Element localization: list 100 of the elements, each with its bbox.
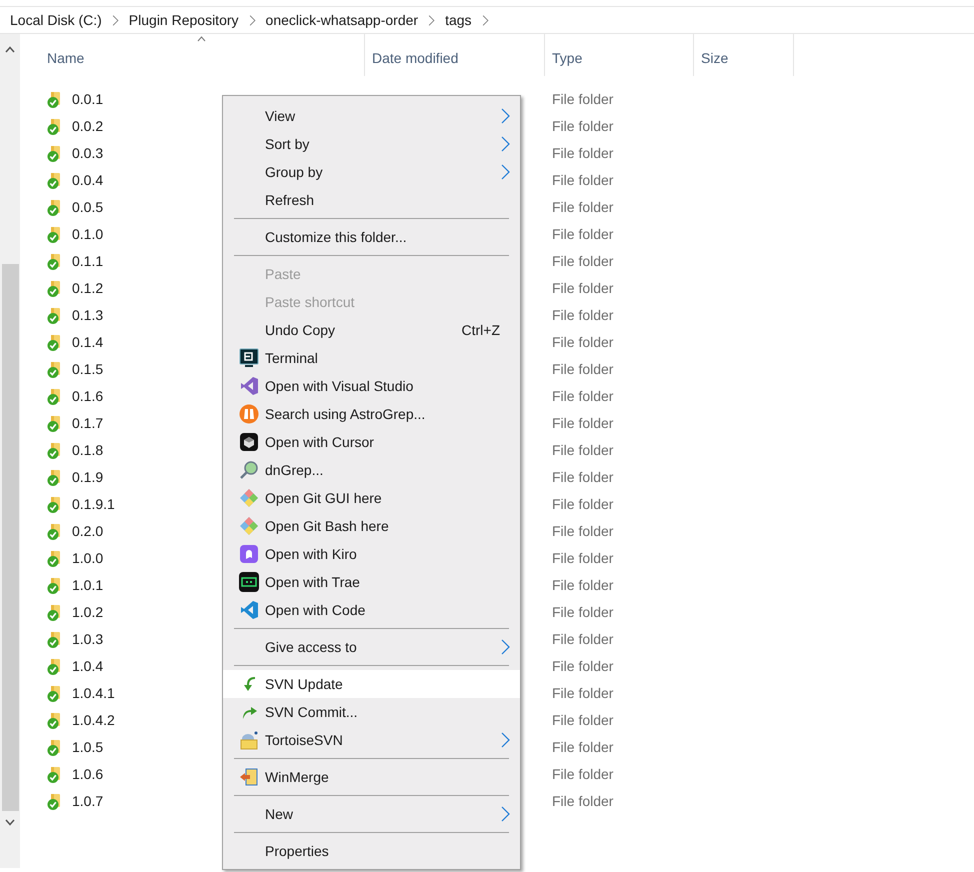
menu-item[interactable]: Refresh <box>223 186 520 214</box>
sort-up-icon <box>197 36 206 42</box>
menu-item[interactable]: dnGrep... <box>223 456 520 484</box>
magnifier-icon <box>239 460 259 480</box>
file-type: File folder <box>551 765 614 784</box>
file-type: File folder <box>551 441 614 460</box>
folder-name[interactable]: 1.0.5 <box>72 737 104 758</box>
file-type: File folder <box>551 522 614 541</box>
file-type: File folder <box>551 144 614 163</box>
folder-name[interactable]: 0.0.4 <box>72 170 104 191</box>
menu-item[interactable]: Open with Trae <box>223 568 520 596</box>
folder-name[interactable]: 0.1.9.1 <box>72 494 115 515</box>
file-type: File folder <box>551 576 614 595</box>
menu-item[interactable]: SVN Commit... <box>223 698 520 726</box>
menu-item[interactable]: TortoiseSVN <box>223 726 520 754</box>
scroll-down-icon[interactable] <box>5 819 15 826</box>
folder-name[interactable]: 0.2.0 <box>72 521 104 542</box>
folder-name[interactable]: 1.0.2 <box>72 602 104 623</box>
column-header[interactable]: Size <box>694 34 794 76</box>
menu-item[interactable]: Customize this folder... <box>223 223 520 251</box>
merge-icon <box>239 767 259 787</box>
breadcrumb-item[interactable]: oneclick-whatsapp-order <box>266 10 418 30</box>
cube-icon <box>240 433 258 451</box>
terminal-icon <box>239 348 259 368</box>
folder-name[interactable]: 1.0.1 <box>72 575 104 596</box>
file-type: File folder <box>551 711 614 730</box>
file-type: File folder <box>551 414 614 433</box>
file-type: File folder <box>551 468 614 487</box>
folder-name[interactable]: 0.1.6 <box>72 386 104 407</box>
folder-name[interactable]: 0.1.4 <box>72 332 104 353</box>
git-diamond-icon <box>239 488 259 508</box>
menu-item[interactable]: Group by <box>223 158 520 186</box>
folder-name[interactable]: 1.0.0 <box>72 548 104 569</box>
scroll-thumb[interactable] <box>2 264 18 811</box>
menu-item[interactable]: SVN Update <box>223 670 520 698</box>
folder-name[interactable]: 0.1.5 <box>72 359 104 380</box>
folder-name[interactable]: 1.0.3 <box>72 629 104 650</box>
ghost-icon <box>240 545 258 563</box>
menu-item[interactable]: Open with Kiro <box>223 540 520 568</box>
menu-item[interactable]: Open Git Bash here <box>223 512 520 540</box>
folder-name[interactable]: 0.1.7 <box>72 413 104 434</box>
folder-name[interactable]: 0.1.3 <box>72 305 104 326</box>
menu-item[interactable]: Search using AstroGrep... <box>223 400 520 428</box>
menu-item[interactable]: Open Git GUI here <box>223 484 520 512</box>
breadcrumb-item[interactable]: Local Disk (C:) <box>10 10 102 30</box>
git-diamond-icon <box>239 516 259 536</box>
file-type: File folder <box>551 549 614 568</box>
folder-name[interactable]: 0.1.2 <box>72 278 104 299</box>
column-header[interactable]: Date modified <box>365 34 545 76</box>
folder-name[interactable]: 0.0.3 <box>72 143 104 164</box>
scroll-up-icon[interactable] <box>5 46 15 53</box>
menu-item[interactable]: Sort by <box>223 130 520 158</box>
column-header[interactable]: Name <box>20 34 365 76</box>
file-type: File folder <box>551 333 614 352</box>
menu-item[interactable]: Open with Visual Studio <box>223 372 520 400</box>
folder-name[interactable]: 0.1.1 <box>72 251 104 272</box>
file-type: File folder <box>551 171 614 190</box>
breadcrumb-chevron-icon <box>248 14 256 26</box>
screen-icon <box>239 572 259 592</box>
file-type: File folder <box>551 117 614 136</box>
folder-name[interactable]: 1.0.4.1 <box>72 683 115 704</box>
file-type: File folder <box>551 657 614 676</box>
folder-name[interactable]: 1.0.4 <box>72 656 104 677</box>
folder-name[interactable]: 0.0.2 <box>72 116 104 137</box>
folder-name[interactable]: 1.0.7 <box>72 791 104 812</box>
breadcrumb-item[interactable]: tags <box>445 10 472 30</box>
folder-name[interactable]: 1.0.6 <box>72 764 104 785</box>
folder-name[interactable]: 0.1.0 <box>72 224 104 245</box>
folder-name[interactable]: 0.1.8 <box>72 440 104 461</box>
folder-name[interactable]: 0.0.1 <box>72 89 104 110</box>
file-type: File folder <box>551 306 614 325</box>
file-type: File folder <box>551 252 614 271</box>
file-type: File folder <box>551 198 614 217</box>
menu-item[interactable]: View <box>223 102 520 130</box>
menu-item[interactable]: Terminal <box>223 344 520 372</box>
breadcrumb-item[interactable]: Plugin Repository <box>128 10 239 30</box>
file-type: File folder <box>551 279 614 298</box>
file-type: File folder <box>551 360 614 379</box>
file-type: File folder <box>551 225 614 244</box>
file-type: File folder <box>551 738 614 757</box>
column-header[interactable]: Type <box>545 34 694 76</box>
menu-item[interactable]: Open with Code <box>223 596 520 624</box>
menu-item[interactable]: New <box>223 800 520 828</box>
file-type: File folder <box>551 387 614 406</box>
menu-item[interactable]: Open with Cursor <box>223 428 520 456</box>
scrollbar[interactable] <box>0 34 20 868</box>
folder-name[interactable]: 0.0.5 <box>72 197 104 218</box>
file-type: File folder <box>551 792 614 811</box>
breadcrumb-chevron-icon <box>428 14 436 26</box>
menu-item[interactable]: Undo Copy Ctrl+Z <box>223 316 520 344</box>
breadcrumb-chevron-icon <box>112 14 119 26</box>
menu-item[interactable]: Give access to <box>223 633 520 661</box>
menu-item[interactable]: WinMerge <box>223 763 520 791</box>
folder-name[interactable]: 1.0.4.2 <box>72 710 115 731</box>
file-type: File folder <box>551 90 614 109</box>
binoculars-icon <box>239 404 259 424</box>
folder-name[interactable]: 0.1.9 <box>72 467 104 488</box>
file-type: File folder <box>551 684 614 703</box>
file-type: File folder <box>551 603 614 622</box>
menu-item[interactable]: Properties <box>223 837 520 865</box>
